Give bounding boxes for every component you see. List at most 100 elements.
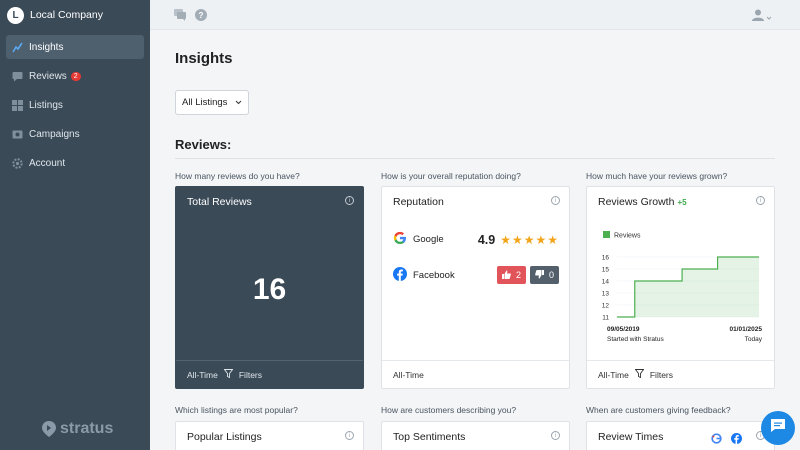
- reviews-growth-card: Reviews Growth +5 i Reviews 11 12 13 14 15 16 09…: [586, 186, 775, 389]
- star-rating: ★★★★★: [500, 232, 559, 247]
- sidebar-item-label: Insights: [29, 41, 64, 53]
- top-sentiments-card: Top Sentiments i: [381, 421, 570, 450]
- info-icon[interactable]: i: [551, 196, 560, 205]
- card-title: Popular Listings: [187, 431, 262, 443]
- sidebar-item-campaigns[interactable]: Campaigns: [6, 122, 144, 146]
- reviews-section-title: Reviews:: [175, 137, 232, 152]
- user-menu[interactable]: [752, 8, 772, 26]
- sidebar-item-insights[interactable]: Insights: [6, 35, 144, 59]
- info-icon[interactable]: i: [756, 196, 765, 205]
- legend-label: Reviews: [614, 233, 641, 240]
- listing-select-value: All Listings: [182, 97, 228, 108]
- filter-icon[interactable]: [634, 369, 645, 380]
- brand-name: stratus: [60, 420, 114, 437]
- x-start-date: 09/05/2019: [607, 326, 640, 333]
- help-icon[interactable]: ?: [195, 8, 207, 26]
- card-footer: All-Time Filters: [587, 360, 774, 388]
- card-title: Total Reviews: [187, 196, 252, 208]
- filters-link[interactable]: Filters: [239, 370, 262, 380]
- card-title: Top Sentiments: [393, 431, 466, 443]
- question-review-times: When are customers giving feedback?: [586, 405, 731, 415]
- reviews-growth-chart: Reviews 11 12 13 14 15 16 09/05/2019 Started wit…: [602, 231, 763, 343]
- y-tick-label: 13: [602, 291, 610, 298]
- listing-select[interactable]: All Listings: [175, 90, 249, 115]
- card-title: Reviews Growth +5: [598, 196, 687, 208]
- y-tick-label: 12: [602, 303, 610, 310]
- filters-link[interactable]: Filters: [650, 370, 673, 380]
- series-area: [617, 257, 759, 317]
- sidebar-item-label: Account: [29, 157, 66, 169]
- chat-icon: [770, 418, 786, 438]
- stratus-logo: stratus: [42, 420, 113, 438]
- time-range[interactable]: All-Time: [598, 370, 629, 380]
- not-recommend-count-value: 0: [548, 270, 554, 280]
- question-total-reviews: How many reviews do you have?: [175, 171, 300, 181]
- info-icon[interactable]: i: [551, 431, 560, 440]
- chat-button[interactable]: [761, 411, 795, 445]
- card-footer: All-Time: [382, 360, 569, 388]
- recommend-count-value: 2: [515, 270, 521, 280]
- chart-icon: [12, 42, 23, 53]
- page-title: Insights: [175, 50, 233, 67]
- y-tick-label: 15: [602, 267, 610, 274]
- info-icon[interactable]: i: [345, 196, 354, 205]
- filter-icon[interactable]: [223, 369, 234, 380]
- review-times-card: Review Times i: [586, 421, 775, 450]
- sidebar-item-account[interactable]: Account: [6, 151, 144, 175]
- y-tick-label: 14: [602, 279, 610, 286]
- top-bar-icons: ?: [174, 8, 207, 26]
- question-sentiments: How are customers describing you?: [381, 405, 517, 415]
- user-avatar-icon: [752, 8, 764, 26]
- stratus-pin-icon: [42, 421, 56, 437]
- x-start-note: Started with Stratus: [607, 336, 664, 343]
- time-range[interactable]: All-Time: [187, 370, 218, 380]
- company-switcher[interactable]: L Local Company: [0, 0, 150, 30]
- svg-text:?: ?: [199, 11, 204, 20]
- legend-swatch: [603, 231, 610, 238]
- sidebar-item-label: Campaigns: [29, 128, 80, 140]
- google-icon: [393, 231, 407, 248]
- y-tick-label: 16: [602, 255, 610, 262]
- card-footer: All-Time Filters: [176, 360, 363, 388]
- company-logo: L: [7, 6, 24, 24]
- y-tick-label: 11: [602, 315, 609, 322]
- not-recommend-count: 0: [529, 266, 559, 284]
- time-range[interactable]: All-Time: [393, 370, 424, 380]
- section-divider: [175, 158, 775, 159]
- reviews-badge: 2: [70, 71, 81, 81]
- popular-listings-card: Popular Listings i: [175, 421, 364, 450]
- growth-delta: +5: [677, 198, 687, 207]
- recommend-count: 2: [496, 266, 526, 284]
- thumbs-up-icon: [501, 270, 511, 281]
- google-icon[interactable]: [711, 431, 722, 449]
- question-popular-listings: Which listings are most popular?: [175, 405, 298, 415]
- x-end-note: Today: [745, 336, 763, 343]
- reputation-card: Reputation i Google 4.9 ★★★★★ Facebook 2…: [381, 186, 570, 389]
- google-rating-row: Google 4.9 ★★★★★: [393, 231, 559, 248]
- question-growth: How much have your reviews grown?: [586, 171, 728, 181]
- facebook-rating-row: Facebook 2 0: [393, 266, 559, 284]
- google-rating-value: 4.9: [477, 232, 496, 247]
- sidebar: L Local Company Insights Reviews 2 Listi…: [0, 0, 150, 450]
- sidebar-item-reviews[interactable]: Reviews 2: [6, 64, 144, 88]
- messages-icon[interactable]: [174, 8, 187, 26]
- x-end-date: 01/01/2025: [729, 326, 762, 333]
- total-reviews-card: Total Reviews i 16 All-Time Filters: [175, 186, 364, 389]
- facebook-label: Facebook: [413, 269, 455, 281]
- campaign-icon: [12, 129, 23, 140]
- facebook-icon[interactable]: [731, 431, 742, 449]
- sidebar-item-label: Listings: [29, 99, 63, 111]
- chevron-down-icon: [766, 8, 772, 26]
- reviews-icon: [12, 71, 23, 82]
- google-label: Google: [413, 234, 444, 245]
- sidebar-nav: Insights Reviews 2 Listings Campaigns Ac…: [0, 35, 150, 175]
- card-title: Review Times: [598, 431, 664, 443]
- company-name: Local Company: [30, 9, 103, 21]
- sidebar-item-listings[interactable]: Listings: [6, 93, 144, 117]
- chevron-down-icon: [235, 97, 242, 108]
- facebook-icon: [393, 266, 407, 284]
- info-icon[interactable]: i: [345, 431, 354, 440]
- total-reviews-value: 16: [252, 273, 287, 306]
- top-bar: ?: [150, 0, 800, 30]
- gear-icon: [12, 157, 23, 169]
